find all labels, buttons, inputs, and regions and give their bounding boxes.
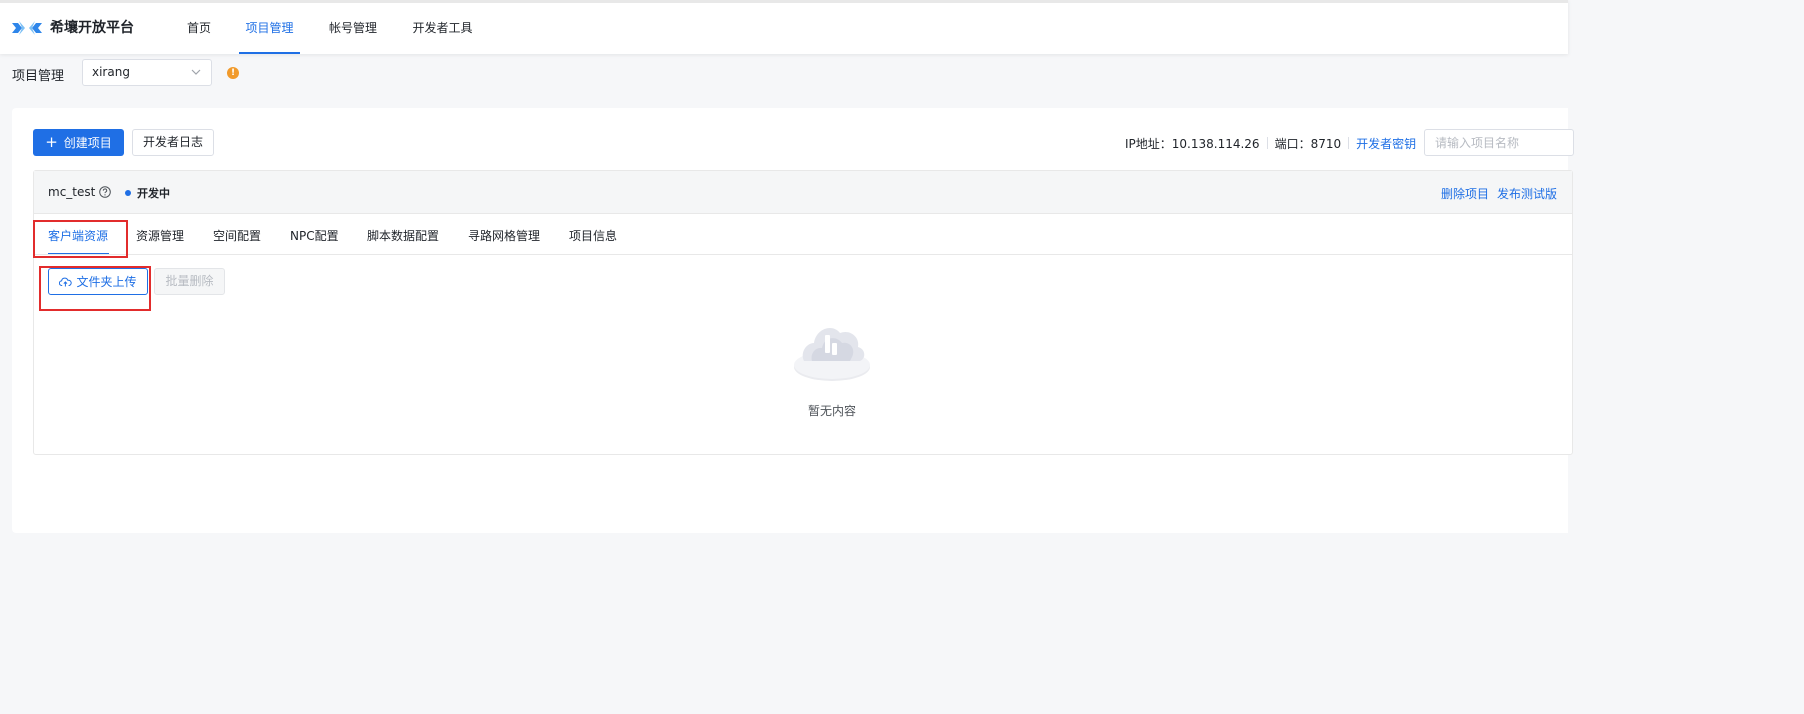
- tab-script-data-config[interactable]: 脚本数据配置: [367, 227, 441, 255]
- project-select[interactable]: xirang: [82, 59, 212, 86]
- empty-state-illustration: [794, 328, 870, 381]
- nav-developer-tools[interactable]: 开发者工具: [411, 3, 474, 54]
- tab-client-resources[interactable]: 客户端资源: [48, 227, 109, 255]
- plus-icon: +: [45, 133, 58, 151]
- question-circle-icon[interactable]: [99, 186, 112, 198]
- status-badge: 开发中: [125, 185, 170, 201]
- delete-project-link[interactable]: 删除项目: [1441, 185, 1489, 202]
- status-text: 开发中: [137, 187, 170, 200]
- project-card-header: mc_test 开发中 删除项目 发布测试版: [34, 171, 1572, 214]
- empty-state-text: 暂无内容: [807, 404, 856, 418]
- nav-home[interactable]: 首页: [186, 3, 212, 54]
- project-search-input[interactable]: [1424, 129, 1574, 156]
- chevron-down-icon: [191, 69, 201, 75]
- create-project-button[interactable]: + 创建项目: [33, 129, 124, 156]
- server-info: IP地址：10.138.114.26 端口：8710 开发者密钥: [1125, 134, 1416, 152]
- developer-key-link[interactable]: 开发者密钥: [1356, 135, 1416, 152]
- project-name-text: mc_test: [48, 185, 96, 199]
- tab-resource-management[interactable]: 资源管理: [136, 227, 186, 255]
- publish-test-link[interactable]: 发布测试版: [1497, 185, 1557, 202]
- info-icon[interactable]: !: [227, 67, 239, 79]
- folder-upload-button[interactable]: 文件夹上传: [48, 268, 148, 295]
- tab-navmesh-management[interactable]: 寻路网格管理: [468, 227, 542, 255]
- tabs-divider: [34, 254, 1572, 255]
- port: 端口：8710: [1274, 136, 1342, 151]
- brand-name: 希壤开放平台: [50, 20, 134, 36]
- developer-log-button[interactable]: 开发者日志: [132, 129, 214, 156]
- ip-address: IP地址：10.138.114.26: [1125, 136, 1260, 151]
- project-name: mc_test: [48, 185, 112, 199]
- tab-project-info[interactable]: 项目信息: [569, 227, 619, 255]
- project-card: mc_test 开发中 删除项目 发布测试版 客户端资源 资源管理 空间配置 N…: [33, 170, 1573, 455]
- brand[interactable]: 希壤开放平台: [12, 18, 134, 38]
- status-dot: [125, 190, 131, 196]
- divider: [1266, 137, 1268, 149]
- project-select-value: xirang: [92, 65, 130, 79]
- nav-project-management[interactable]: 项目管理: [239, 3, 300, 54]
- batch-delete-button: 批量删除: [154, 268, 225, 295]
- folder-upload-label: 文件夹上传: [76, 275, 137, 289]
- project-actions: 删除项目 发布测试版: [1441, 185, 1557, 202]
- create-project-label: 创建项目: [63, 136, 112, 150]
- brand-logo-icon: [12, 21, 42, 35]
- cloud-upload-icon: [59, 277, 73, 286]
- tab-npc-config[interactable]: NPC配置: [290, 227, 340, 255]
- top-navigation-bar: 希壤开放平台 首页 项目管理 帐号管理 开发者工具: [0, 0, 1568, 54]
- page-title: 项目管理: [12, 69, 65, 84]
- nav-account-management[interactable]: 帐号管理: [328, 3, 378, 54]
- divider: [1348, 137, 1350, 149]
- tab-space-config[interactable]: 空间配置: [213, 227, 263, 255]
